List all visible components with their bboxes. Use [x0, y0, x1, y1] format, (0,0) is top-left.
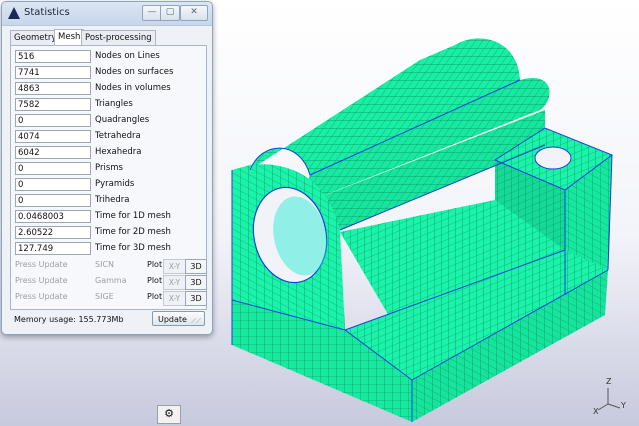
resize-grip-icon: ⟋⟋	[191, 317, 201, 325]
statistics-window: Statistics — ▢ ✕ Geometry Mesh Post-proc…	[1, 1, 213, 335]
quality-measure-label: Gamma	[95, 276, 127, 285]
mesh-stats-panel: 516 Nodes on Lines 7741 Nodes on surface…	[10, 45, 207, 310]
axis-y-label: Y	[620, 401, 626, 410]
press-update-button[interactable]: Press Update	[15, 292, 89, 301]
stat-label: Tetrahedra	[95, 131, 141, 141]
stat-label: Hexahedra	[95, 147, 142, 157]
stat-value-nodes-lines[interactable]: 516	[15, 50, 91, 63]
stat-label: Prisms	[95, 163, 123, 173]
xy-plot-button[interactable]: X-Y	[163, 275, 186, 290]
close-button[interactable]: ✕	[180, 5, 208, 21]
memory-usage: Memory usage: 155.773Mb	[14, 315, 124, 324]
quality-measure-label: SIGE	[95, 292, 114, 301]
stat-value-time-3d[interactable]: 127.749	[15, 242, 91, 255]
stat-value-nodes-volumes[interactable]: 4863	[15, 82, 91, 95]
stat-value-prisms[interactable]: 0	[15, 162, 91, 175]
stat-label: Nodes in volumes	[95, 83, 171, 93]
stat-label: Nodes on surfaces	[95, 67, 174, 77]
window-title: Statistics	[24, 7, 70, 18]
stat-value-time-1d[interactable]: 0.0468003	[15, 210, 91, 223]
tab-geometry[interactable]: Geometry	[10, 30, 61, 45]
plot-label: Plot	[147, 292, 163, 301]
stat-value-time-2d[interactable]: 2.60522	[15, 226, 91, 239]
stat-value-nodes-surfaces[interactable]: 7741	[15, 66, 91, 79]
minimize-button[interactable]: —	[142, 5, 162, 21]
stat-label: Time for 3D mesh	[95, 243, 171, 253]
stat-label: Time for 1D mesh	[95, 211, 171, 221]
plot-label: Plot	[147, 260, 163, 269]
xy-plot-button[interactable]: X-Y	[163, 259, 186, 274]
stat-value-pyramids[interactable]: 0	[15, 178, 91, 191]
stat-value-hexahedra[interactable]: 6042	[15, 146, 91, 159]
plot-label: Plot	[147, 276, 163, 285]
stat-label: Pyramids	[95, 179, 135, 189]
3d-plot-button[interactable]: 3D	[185, 275, 207, 290]
stat-value-tetrahedra[interactable]: 4074	[15, 130, 91, 143]
stat-label: Trihedra	[95, 195, 130, 205]
axis-z-label: Z	[606, 377, 612, 386]
stat-value-trihedra[interactable]: 0	[15, 194, 91, 207]
tab-mesh[interactable]: Mesh	[54, 29, 85, 46]
gear-icon[interactable]: ⚙	[157, 405, 181, 424]
stat-label: Nodes on Lines	[95, 51, 160, 61]
stat-label: Time for 2D mesh	[95, 227, 171, 237]
stat-label: Triangles	[95, 99, 133, 109]
press-update-button[interactable]: Press Update	[15, 276, 89, 285]
3d-plot-button[interactable]: 3D	[185, 259, 207, 274]
stat-value-triangles[interactable]: 7582	[15, 98, 91, 111]
axis-x-label: X	[593, 407, 599, 416]
stat-label: Quadrangles	[95, 115, 150, 125]
statistics-titlebar[interactable]: Statistics — ▢ ✕	[2, 2, 212, 26]
xy-plot-button[interactable]: X-Y	[163, 291, 186, 306]
quality-measure-label: SICN	[95, 260, 115, 269]
update-button[interactable]: Update ⟋⟋	[152, 311, 205, 326]
3d-plot-button[interactable]: 3D	[185, 291, 207, 306]
axes-indicator: Z Y X	[593, 377, 626, 416]
update-button-label: Update	[158, 315, 187, 324]
stat-value-quadrangles[interactable]: 0	[15, 114, 91, 127]
press-update-button[interactable]: Press Update	[15, 260, 89, 269]
tab-post-processing[interactable]: Post-processing	[81, 30, 156, 45]
gmsh-app-icon	[8, 7, 20, 19]
maximize-button[interactable]: ▢	[160, 5, 180, 21]
